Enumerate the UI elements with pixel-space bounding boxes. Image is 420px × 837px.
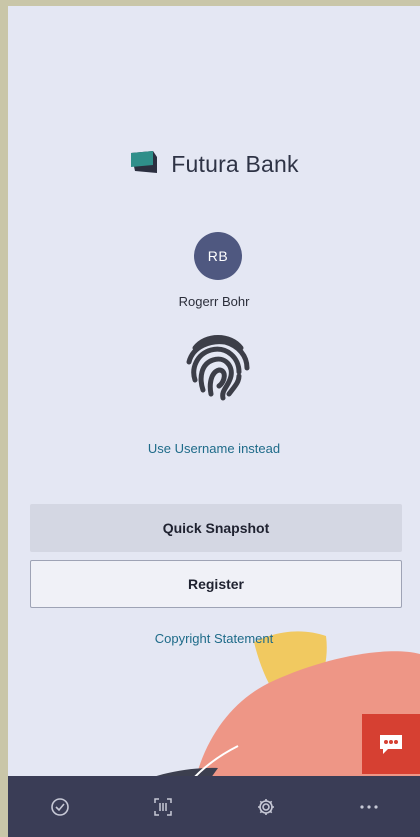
user-name: Rogerr Bohr [178,294,250,309]
chat-bubble-icon [380,735,402,754]
futura-bank-logo-icon [131,151,158,173]
copyright-statement-link[interactable]: Copyright Statement [8,631,420,646]
tab-more[interactable] [339,776,399,837]
brand-header: Futura Bank [8,149,420,179]
fingerprint-icon[interactable] [181,328,255,402]
chat-button[interactable] [362,714,420,774]
tab-scan[interactable] [133,776,193,837]
tab-settings[interactable] [236,776,296,837]
more-dots-icon [359,804,378,809]
login-screen: Futura Bank RB Rogerr Bohr Use Username … [8,6,420,837]
avatar: RB [194,232,242,280]
brand-name: Futura Bank [171,150,299,177]
register-button[interactable]: Register [30,560,402,608]
avatar-initials: RB [207,248,229,264]
barcode-scan-icon [153,797,172,816]
tab-check[interactable] [30,776,90,837]
gear-icon [257,798,274,815]
bottom-tab-bar [8,776,420,837]
check-circle-icon [50,797,69,816]
background-decoration [68,631,420,837]
quick-snapshot-button[interactable]: Quick Snapshot [30,504,402,552]
use-username-link[interactable]: Use Username instead [8,441,420,456]
